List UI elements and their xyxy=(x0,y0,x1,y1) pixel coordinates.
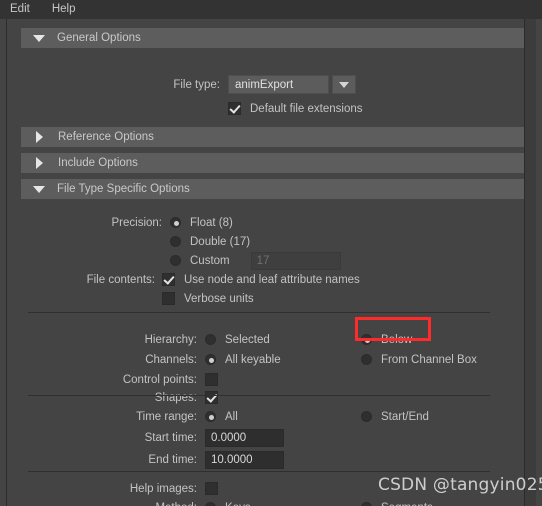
verbose-units-checkbox[interactable] xyxy=(162,292,175,305)
label-hierarchy-below: Below xyxy=(381,333,413,346)
label-channels-from-channel-box: From Channel Box xyxy=(381,353,477,366)
shapes-checkbox[interactable] xyxy=(205,391,218,404)
label-help-images: Help images: xyxy=(129,482,197,495)
row-shapes: Shapes: xyxy=(7,387,530,408)
radio-time-range-start-end[interactable]: Start/End xyxy=(361,411,429,423)
separator-help-images xyxy=(28,471,490,472)
label-method: Method: xyxy=(7,502,197,506)
section-header-reference-options[interactable]: Reference Options xyxy=(21,127,534,147)
help-images-checkbox[interactable] xyxy=(205,482,218,495)
row-file-contents-node-names: File contents: Use node and leaf attribu… xyxy=(7,269,530,290)
label-shapes: Shapes: xyxy=(154,391,197,404)
label-method-segments: Segments xyxy=(381,502,433,506)
section-title-include-options: Include Options xyxy=(58,157,138,169)
menu-edit[interactable]: Edit xyxy=(8,2,39,17)
radio-indicator xyxy=(361,502,372,506)
row-end-time: End time: 10.0000 xyxy=(7,449,530,470)
use-node-and-leaf-attribute-names-checkbox[interactable] xyxy=(162,273,175,286)
label-precision-double: Double (17) xyxy=(190,235,251,248)
label-start-time: Start time: xyxy=(144,431,197,444)
section-title-reference-options: Reference Options xyxy=(58,131,154,143)
section-title-general-options: General Options xyxy=(57,32,141,44)
chevron-right-icon xyxy=(36,157,43,169)
row-precision-custom: Custom 17 xyxy=(7,250,530,271)
label-time-range-all: All xyxy=(225,410,238,423)
start-time-input[interactable]: 0.0000 xyxy=(205,428,284,447)
options-panel: General Options File type: animExport De… xyxy=(0,19,542,506)
file-type-select[interactable]: animExport xyxy=(228,75,329,94)
label-file-type: File type: xyxy=(173,78,220,91)
separator-hierarchy xyxy=(28,312,490,313)
radio-indicator xyxy=(170,255,181,266)
label-end-time: End time: xyxy=(148,453,197,466)
section-header-general-options[interactable]: General Options xyxy=(21,28,534,48)
radio-indicator xyxy=(205,502,216,506)
label-precision-float: Float (8) xyxy=(190,216,233,229)
radio-method-keys[interactable]: Keys xyxy=(205,502,361,506)
radio-indicator xyxy=(361,354,372,365)
radio-hierarchy-selected[interactable]: Selected xyxy=(205,334,361,346)
radio-indicator xyxy=(361,411,372,422)
panel-right-edge xyxy=(524,19,536,506)
label-control-points: Control points: xyxy=(122,373,197,386)
chevron-right-icon xyxy=(36,131,43,143)
label-time-range: Time range: xyxy=(136,410,197,423)
watermark: CSDN @tangyin025 xyxy=(378,475,542,495)
radio-indicator xyxy=(205,411,216,422)
maya-export-options-window: Edit Help General Options File type: ani… xyxy=(0,0,542,506)
precision-custom-input[interactable]: 17 xyxy=(250,251,341,270)
section-header-file-type-specific-options[interactable]: File Type Specific Options xyxy=(21,179,534,199)
row-time-range: Time range: All Start/End xyxy=(7,406,530,427)
radio-hierarchy-below[interactable]: Below xyxy=(361,334,412,346)
radio-indicator xyxy=(170,236,181,247)
control-points-checkbox[interactable] xyxy=(205,373,218,386)
label-time-range-start-end: Start/End xyxy=(381,410,429,423)
label-precision-custom: Custom xyxy=(190,254,230,267)
radio-channels-all-keyable[interactable]: All keyable xyxy=(205,354,361,366)
row-default-file-extensions: Default file extensions xyxy=(7,98,530,119)
label-channels: Channels: xyxy=(145,353,197,366)
chevron-down-icon xyxy=(339,81,349,88)
row-precision-float: Precision: Float (8) xyxy=(7,212,530,233)
row-precision-double: Double (17) xyxy=(7,231,530,252)
label-file-contents: File contents: xyxy=(86,273,155,286)
radio-indicator xyxy=(170,217,181,228)
label-hierarchy: Hierarchy: xyxy=(144,333,197,346)
radio-indicator xyxy=(205,334,216,345)
row-hierarchy: Hierarchy: Selected Below xyxy=(7,329,530,350)
row-file-type: File type: animExport xyxy=(7,74,530,95)
radio-precision-float[interactable]: Float (8) xyxy=(170,217,233,229)
radio-method-segments[interactable]: Segments xyxy=(361,502,433,506)
label-use-node-and-leaf-attribute-names: Use node and leaf attribute names xyxy=(184,273,360,286)
row-start-time: Start time: 0.0000 xyxy=(7,427,530,448)
radio-precision-double[interactable]: Double (17) xyxy=(170,236,250,248)
options-panel-inner: General Options File type: animExport De… xyxy=(6,19,536,506)
file-type-dropdown-button[interactable] xyxy=(332,75,356,94)
radio-channels-from-channel-box[interactable]: From Channel Box xyxy=(361,354,477,366)
radio-time-range-all[interactable]: All xyxy=(205,411,361,423)
chevron-down-icon xyxy=(33,185,45,193)
radio-indicator xyxy=(205,354,216,365)
section-header-include-options[interactable]: Include Options xyxy=(21,153,534,173)
radio-precision-custom[interactable]: Custom xyxy=(170,255,230,267)
menu-bar: Edit Help xyxy=(0,0,542,19)
label-hierarchy-selected: Selected xyxy=(225,333,270,346)
default-file-extensions-checkbox[interactable] xyxy=(228,102,241,115)
label-verbose-units: Verbose units xyxy=(184,292,254,305)
end-time-input[interactable]: 10.0000 xyxy=(205,450,284,469)
label-channels-all-keyable: All keyable xyxy=(225,353,281,366)
menu-help[interactable]: Help xyxy=(50,2,85,17)
separator-time-range xyxy=(28,395,490,396)
row-channels: Channels: All keyable From Channel Box xyxy=(7,349,530,370)
row-file-contents-verbose-units: Verbose units xyxy=(7,288,530,309)
label-precision: Precision: xyxy=(111,216,163,229)
row-method: Method: Keys Segments xyxy=(7,497,530,506)
chevron-down-icon xyxy=(33,34,45,42)
label-method-keys: Keys xyxy=(225,502,251,506)
label-default-file-extensions: Default file extensions xyxy=(250,102,363,115)
radio-indicator xyxy=(361,334,372,345)
section-title-file-type-specific-options: File Type Specific Options xyxy=(57,183,190,195)
